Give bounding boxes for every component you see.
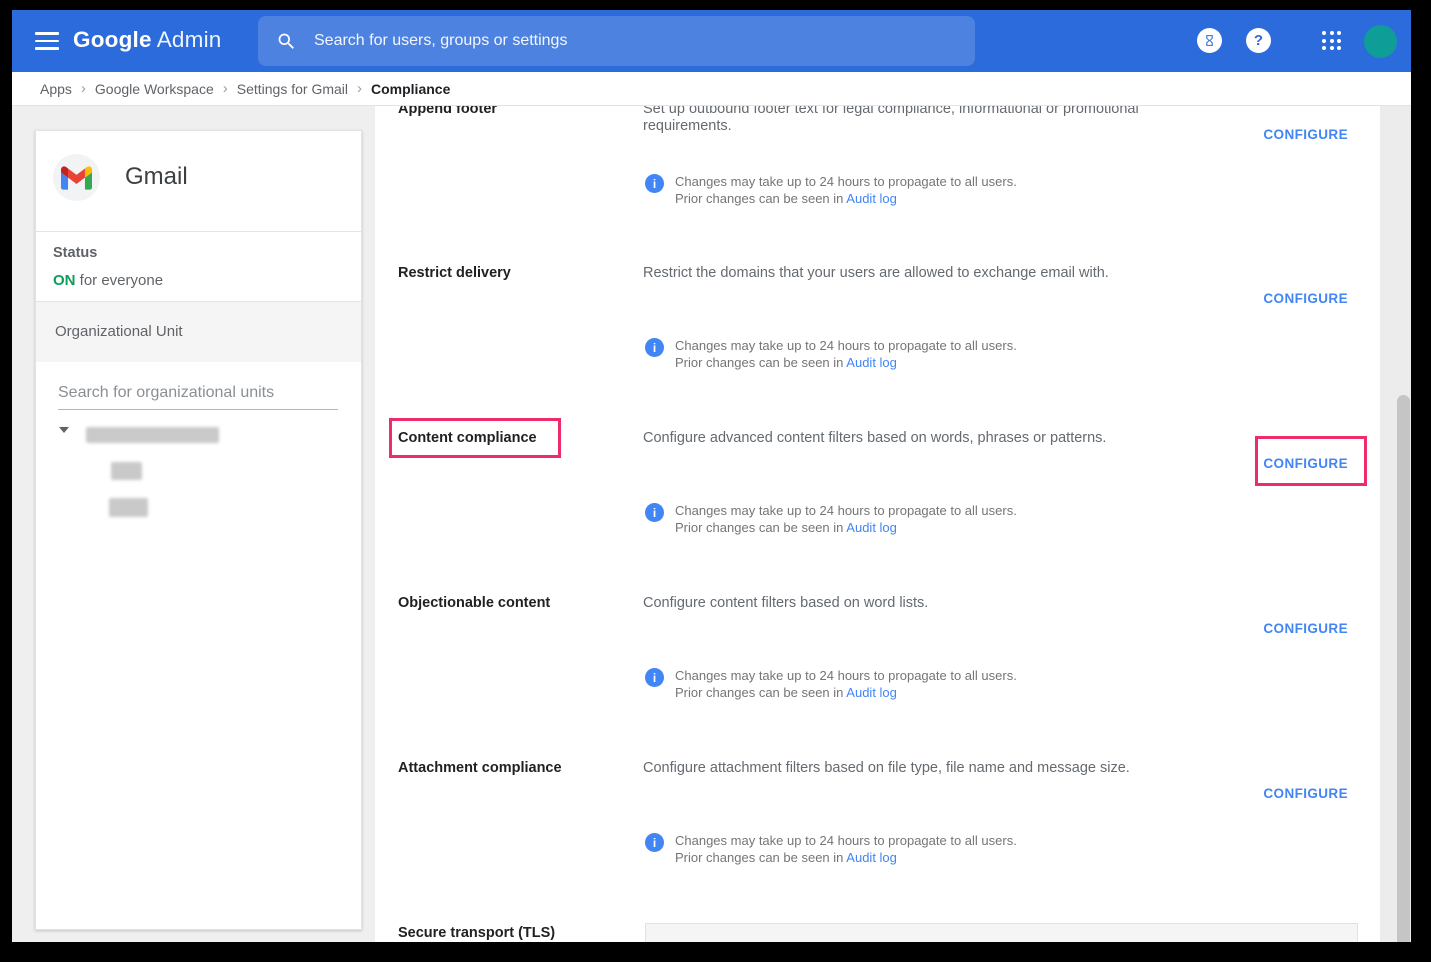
configure-button[interactable]: CONFIGURE [1263, 786, 1348, 801]
account-avatar[interactable] [1364, 25, 1397, 58]
note-line1: Changes may take up to 24 hours to propa… [675, 667, 1017, 684]
setting-description: Configure advanced content filters based… [643, 430, 1230, 447]
ou-search-input[interactable] [58, 384, 338, 410]
audit-log-link[interactable]: Audit log [846, 355, 897, 370]
chevron-right-icon: › [81, 80, 86, 97]
propagation-note: i Changes may take up to 24 hours to pro… [645, 667, 1017, 701]
setting-row-tls-compliance: Secure transport (TLS) compliance [375, 925, 1380, 942]
chevron-right-icon: › [223, 80, 228, 97]
configure-button[interactable]: CONFIGURE [1263, 621, 1348, 636]
ou-tree-expander[interactable] [59, 427, 69, 433]
setting-row-restrict-delivery: Restrict delivery Restrict the domains t… [375, 265, 1380, 397]
info-icon: i [645, 174, 664, 193]
info-icon: i [645, 338, 664, 357]
note-line2: Prior changes can be seen in [675, 850, 843, 865]
status-suffix: for everyone [80, 272, 163, 289]
setting-title: Secure transport (TLS) compliance [398, 925, 638, 942]
setting-title: Attachment compliance [398, 760, 638, 777]
status-on-badge: ON [53, 272, 76, 289]
ou-child-redacted[interactable] [109, 498, 148, 517]
note-line2: Prior changes can be seen in [675, 191, 843, 206]
audit-log-link[interactable]: Audit log [846, 685, 897, 700]
scrollbar-track[interactable] [1380, 106, 1411, 942]
breadcrumb-settings-for-gmail[interactable]: Settings for Gmail [237, 81, 348, 97]
setting-description: Set up outbound footer text for legal co… [643, 106, 1230, 135]
gmail-m-icon [61, 166, 92, 190]
info-icon: i [645, 833, 664, 852]
status-label: Status [53, 245, 97, 261]
breadcrumb: Apps › Google Workspace › Settings for G… [12, 72, 1411, 106]
setting-title: Restrict delivery [398, 265, 638, 282]
note-line1: Changes may take up to 24 hours to propa… [675, 502, 1017, 519]
menu-icon[interactable] [35, 32, 59, 50]
global-search[interactable] [258, 16, 975, 66]
hourglass-icon [1203, 34, 1216, 47]
audit-log-link[interactable]: Audit log [846, 850, 897, 865]
status-section: Status ON for everyone [36, 232, 361, 302]
note-line1: Changes may take up to 24 hours to propa… [675, 832, 1017, 849]
propagation-note: i Changes may take up to 24 hours to pro… [645, 832, 1017, 866]
admin-console-window: GoogleAdmin ? Apps › Google Workspace › … [12, 10, 1411, 942]
ou-root-name-redacted[interactable] [86, 427, 219, 443]
scrollbar-thumb[interactable] [1397, 395, 1410, 942]
ou-search[interactable] [58, 384, 338, 410]
pending-tasks-button[interactable] [1197, 28, 1222, 53]
setting-row-content-compliance: Content compliance Configure advanced co… [375, 430, 1380, 562]
status-value: ON for everyone [53, 272, 163, 289]
breadcrumb-google-workspace[interactable]: Google Workspace [95, 81, 214, 97]
setting-row-objectionable-content: Objectionable content Configure content … [375, 595, 1380, 727]
audit-log-link[interactable]: Audit log [846, 191, 897, 206]
brand-admin: Admin [157, 27, 222, 52]
help-button[interactable]: ? [1246, 28, 1271, 53]
organizational-unit-label: Organizational Unit [55, 323, 183, 340]
service-name: Gmail [125, 163, 188, 191]
top-app-bar: GoogleAdmin ? [12, 10, 1411, 72]
audit-log-link[interactable]: Audit log [846, 520, 897, 535]
note-line1: Changes may take up to 24 hours to propa… [675, 173, 1017, 190]
triangle-down-icon [59, 427, 69, 433]
configure-button[interactable]: CONFIGURE [1263, 127, 1348, 142]
breadcrumb-apps[interactable]: Apps [40, 81, 72, 97]
setting-title: Content compliance [398, 430, 638, 447]
setting-row-attachment-compliance: Attachment compliance Configure attachme… [375, 760, 1380, 892]
info-icon: i [645, 503, 664, 522]
search-icon [276, 31, 297, 52]
gmail-service-card: Gmail Status ON for everyone Organizatio… [35, 130, 362, 930]
help-icon: ? [1254, 32, 1263, 49]
setting-title: Objectionable content [398, 595, 638, 612]
app-logo[interactable]: GoogleAdmin [73, 27, 221, 53]
info-icon: i [645, 668, 664, 687]
screenshot-frame: GoogleAdmin ? Apps › Google Workspace › … [0, 0, 1431, 962]
breadcrumb-current-compliance: Compliance [371, 81, 450, 97]
chevron-right-icon: › [357, 80, 362, 97]
ou-child-redacted[interactable] [111, 462, 142, 480]
content-area: Append footer Set up outbound footer tex… [12, 106, 1411, 942]
settings-panel: Append footer Set up outbound footer tex… [375, 106, 1380, 942]
configure-button[interactable]: CONFIGURE [1263, 291, 1348, 306]
propagation-note: i Changes may take up to 24 hours to pro… [645, 173, 1017, 207]
setting-description: Configure content filters based on word … [643, 595, 1230, 612]
note-line2: Prior changes can be seen in [675, 520, 843, 535]
brand-google: Google [73, 27, 152, 52]
search-input[interactable] [314, 32, 961, 50]
card-header: Gmail [36, 131, 361, 232]
note-line1: Changes may take up to 24 hours to propa… [675, 337, 1017, 354]
setting-row-append-footer: Append footer Set up outbound footer tex… [375, 106, 1380, 233]
gmail-logo [53, 154, 100, 201]
organizational-unit-section[interactable]: Organizational Unit [36, 302, 361, 362]
setting-description: Configure attachment filters based on fi… [643, 760, 1230, 777]
setting-title: Append footer [398, 106, 638, 118]
propagation-note: i Changes may take up to 24 hours to pro… [645, 337, 1017, 371]
configure-button[interactable]: CONFIGURE [1263, 456, 1348, 471]
setting-description: Restrict the domains that your users are… [643, 265, 1230, 282]
propagation-note: i Changes may take up to 24 hours to pro… [645, 502, 1017, 536]
note-line2: Prior changes can be seen in [675, 355, 843, 370]
note-line2: Prior changes can be seen in [675, 685, 843, 700]
setting-value-box [645, 923, 1358, 942]
apps-grid-icon[interactable] [1322, 31, 1341, 50]
